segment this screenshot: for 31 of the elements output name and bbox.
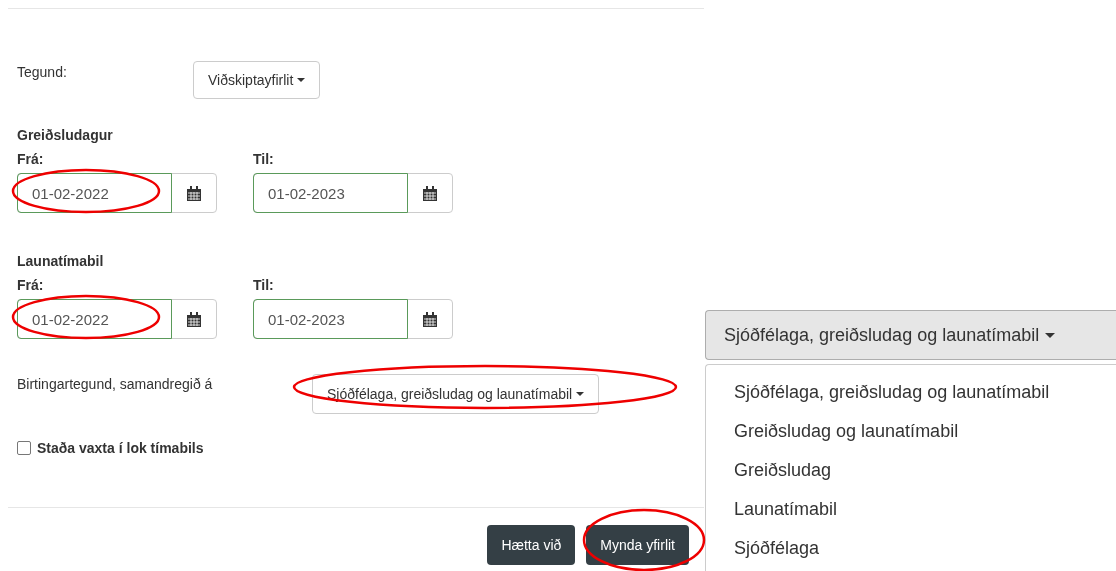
calendar-icon	[423, 311, 437, 327]
menu-item[interactable]: Sjóðfélaga	[706, 529, 1116, 568]
field-label: Frá:	[17, 150, 45, 169]
action-button[interactable]: Mynda yfirlit	[586, 525, 689, 565]
calendar-icon	[187, 311, 201, 327]
type-dropdown[interactable]: Viðskiptayfirlit	[193, 61, 321, 99]
caret-icon	[576, 392, 585, 396]
calendar-icon	[187, 185, 201, 201]
menu-item[interactable]: Greiðsludag	[706, 451, 1116, 490]
section-title: Launatímabil	[17, 252, 105, 271]
caret-icon	[297, 78, 306, 82]
checkbox-label: Staða vaxta í lok tímabils	[37, 440, 204, 456]
display-dropdown[interactable]: Sjóðfélaga, greiðsludag og launatímabil	[312, 374, 600, 414]
menu-item[interactable]: Sjóðfélaga, greiðsludag og launatímabil	[706, 373, 1116, 412]
display-dropdown[interactable]: Sjóðfélaga, greiðsludag og launatímabil	[705, 310, 1116, 360]
field-label: Frá:	[17, 276, 45, 295]
date-field[interactable]: 01-02-2022	[17, 299, 217, 339]
section-title: Greiðsludagur	[17, 126, 114, 145]
menu-item[interactable]: Greiðsludag og launatímabil	[706, 412, 1116, 451]
date-field[interactable]: 01-02-2023	[253, 299, 453, 339]
caret-icon	[1045, 332, 1056, 338]
menu-item[interactable]: Launatímabil	[706, 490, 1116, 529]
field-label: Til:	[253, 150, 275, 169]
date-field[interactable]: 01-02-2022	[17, 173, 217, 213]
checkbox[interactable]	[17, 441, 31, 455]
date-field[interactable]: 01-02-2023	[253, 173, 453, 213]
field-label: Tegund:	[17, 63, 68, 80]
field-label: Til:	[253, 276, 275, 295]
calendar-icon	[423, 185, 437, 201]
action-button[interactable]: Hætta við	[487, 525, 576, 565]
field-label: Birtingartegund, samandregið á	[17, 375, 214, 392]
